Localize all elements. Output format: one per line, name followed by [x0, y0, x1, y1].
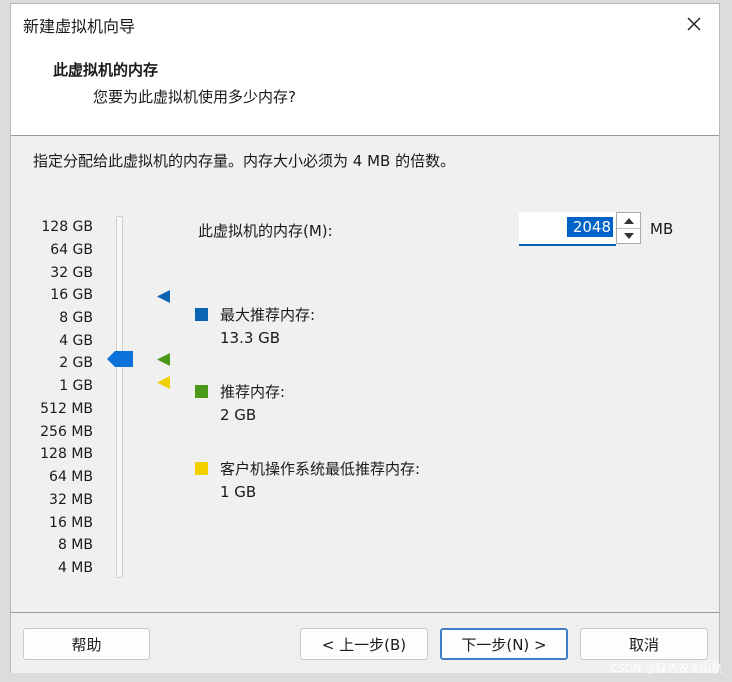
scale-label: 1 GB [59, 378, 93, 394]
back-button[interactable]: < 上一步(B) [300, 628, 428, 660]
memory-slider-thumb[interactable] [107, 351, 133, 371]
page-subtitle: 您要为此虚拟机使用多少内存? [93, 88, 296, 106]
scale-label: 64 MB [49, 469, 93, 485]
recommended-value: 2 GB [220, 406, 257, 424]
new-vm-wizard-dialog: 新建虚拟机向导 此虚拟机的内存 您要为此虚拟机使用多少内存? 指定分配给此虚拟机… [10, 3, 720, 673]
watermark: CSDN @绿色农夫山泉 [610, 662, 722, 675]
scale-label: 64 GB [50, 242, 93, 258]
recommended-swatch [195, 385, 208, 398]
minimum-label: 客户机操作系统最低推荐内存: [220, 460, 421, 478]
scale-label: 256 MB [40, 424, 93, 440]
scale-label: 2 GB [59, 355, 93, 371]
wizard-header: 此虚拟机的内存 您要为此虚拟机使用多少内存? [11, 44, 719, 136]
scale-label: 32 MB [49, 492, 93, 508]
help-button[interactable]: 帮助 [23, 628, 150, 660]
memory-stepper[interactable] [616, 212, 641, 244]
scale-label: 128 GB [41, 219, 93, 235]
memory-input-box[interactable]: 2048 [519, 212, 616, 246]
spin-up-icon [623, 217, 634, 224]
recommended-label: 推荐内存: [220, 383, 286, 401]
close-icon [687, 17, 701, 31]
minimum-marker-icon [157, 376, 170, 389]
max-recommended-value: 13.3 GB [220, 329, 281, 347]
scale-label: 512 MB [40, 401, 93, 417]
page-title: 此虚拟机的内存 [53, 61, 159, 79]
scale-label: 8 GB [59, 310, 93, 326]
scale-label: 8 MB [57, 537, 93, 553]
memory-label: 此虚拟机的内存(M): [198, 222, 333, 240]
minimum-value: 1 GB [220, 483, 257, 501]
scale-label: 32 GB [50, 265, 93, 281]
scale-label: 4 GB [59, 333, 93, 349]
max-recommended-label: 最大推荐内存: [220, 306, 316, 324]
memory-unit: MB [650, 220, 674, 238]
window-title: 新建虚拟机向导 [23, 17, 136, 36]
slider-thumb-icon [107, 351, 133, 367]
cancel-button[interactable]: 取消 [580, 628, 708, 660]
spin-up-button[interactable] [617, 213, 640, 229]
scale-label: 16 GB [50, 287, 93, 303]
spin-down-icon [623, 232, 634, 239]
max-recommended-swatch [195, 308, 208, 321]
next-button[interactable]: 下一步(N) > [440, 628, 568, 660]
scale-label: 4 MB [57, 560, 93, 576]
scale-label: 16 MB [49, 515, 93, 531]
recommended-marker-icon [157, 353, 170, 366]
memory-input[interactable]: 2048 [567, 217, 613, 237]
title-bar: 新建虚拟机向导 [11, 4, 719, 44]
spin-down-button[interactable] [617, 228, 640, 243]
close-button[interactable] [677, 8, 711, 40]
max-recommended-marker-icon [157, 290, 170, 303]
scale-label: 128 MB [40, 446, 93, 462]
instruction-text: 指定分配给此虚拟机的内存量。内存大小必须为 4 MB 的倍数。 [33, 152, 456, 170]
minimum-swatch [195, 462, 208, 475]
memory-slider-track[interactable] [116, 216, 123, 578]
